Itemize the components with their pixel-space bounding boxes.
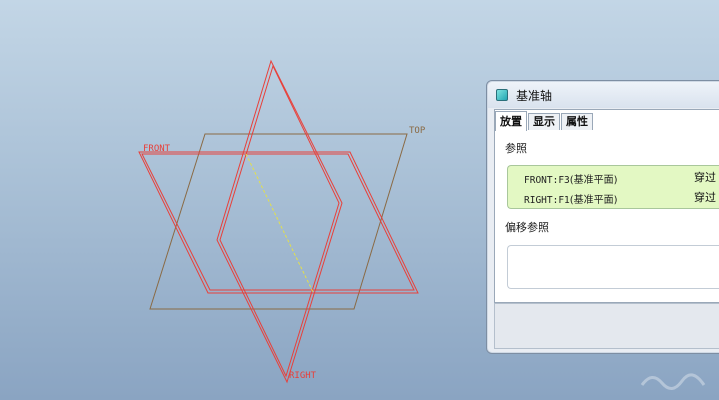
right-datum-plane-edge (219, 64, 340, 378)
datum-axis-preview (245, 153, 314, 293)
front-datum-plane[interactable] (138, 151, 419, 294)
front-datum-plane-edge (141, 153, 415, 291)
reference-name: (基准平面) (569, 175, 618, 186)
dialog-titlebar[interactable]: 基准轴 (488, 82, 719, 108)
reference-code: FRONT:F3 (524, 175, 570, 186)
top-datum-plane[interactable] (149, 133, 408, 310)
dialog-tabs: 放置 显示 属性 (495, 111, 594, 131)
datum-axis-icon (496, 89, 508, 101)
reference-code: RIGHT:F1 (524, 195, 570, 206)
right-plane-label: RIGHT (289, 371, 317, 381)
offset-references-label: 偏移参照 (505, 221, 549, 234)
tab-display[interactable]: 显示 (528, 113, 560, 130)
dialog-button-bar (494, 303, 719, 349)
reference-row[interactable]: RIGHT:F1(基准平面) (524, 191, 618, 206)
dialog-title: 基准轴 (516, 89, 553, 103)
offset-references-list[interactable] (507, 245, 719, 289)
datum-axis-dialog: 基准轴 放置 显示 属性 参照 FRONT:F3(基准平面) 穿过 RIGHT:… (486, 80, 719, 354)
right-datum-plane[interactable] (216, 59, 343, 384)
reference-row[interactable]: FRONT:F3(基准平面) (524, 171, 618, 186)
references-list[interactable]: FRONT:F3(基准平面) 穿过 RIGHT:F1(基准平面) 穿过 (507, 165, 719, 209)
reference-name: (基准平面) (569, 195, 618, 206)
tab-properties[interactable]: 属性 (561, 113, 593, 130)
tab-placement[interactable]: 放置 (495, 111, 527, 131)
reference-type-select[interactable]: 穿过 (694, 189, 716, 205)
watermark-logo (638, 365, 708, 393)
reference-type-select[interactable]: 穿过 (694, 169, 716, 185)
references-label: 参照 (505, 142, 527, 155)
top-plane-label: TOP (409, 126, 426, 136)
front-plane-label: FRONT (143, 144, 171, 154)
